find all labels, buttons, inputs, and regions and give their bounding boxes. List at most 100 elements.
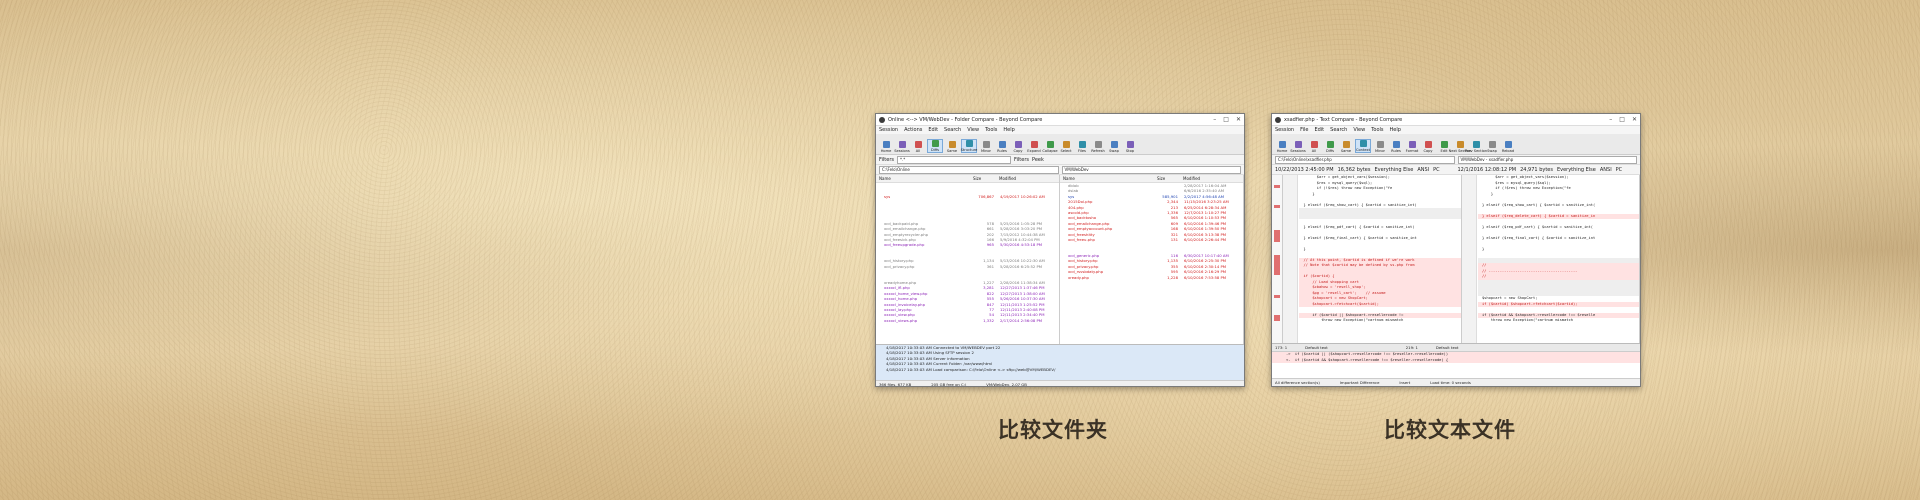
minor-button[interactable]: Minor bbox=[1373, 141, 1387, 153]
left-path-input[interactable]: C:\Felo\Online bbox=[879, 165, 1059, 174]
diffs-button[interactable]: Diffs bbox=[927, 139, 943, 153]
swap-button[interactable]: Swap bbox=[1107, 141, 1121, 153]
copy-button[interactable]: Copy bbox=[1011, 141, 1025, 153]
prev-section-icon bbox=[1472, 141, 1480, 148]
file-info-item: PC bbox=[1433, 166, 1440, 173]
menu-tools[interactable]: Tools bbox=[985, 127, 997, 133]
file-size: 1,228 bbox=[1167, 274, 1178, 280]
diffs-label: Diffs bbox=[1325, 149, 1335, 153]
home-button[interactable]: Home bbox=[1275, 141, 1289, 153]
name-column-header[interactable]: Name bbox=[1063, 175, 1153, 182]
size-column-header[interactable]: Size bbox=[1157, 175, 1179, 182]
left-file-info: 10/22/2013 2:45:00 PM 16,362 bytes Everyth… bbox=[1275, 167, 1455, 173]
modified-column-header[interactable]: Modified bbox=[999, 175, 1016, 182]
file-row[interactable]: xxxxcl_views.php 1,332 2/17/2014 2:56:08 P… bbox=[876, 318, 1059, 323]
rules-button[interactable]: Rules bbox=[995, 141, 1009, 153]
close-icon[interactable]: ✕ bbox=[1236, 116, 1241, 123]
menu-help[interactable]: Help bbox=[1390, 127, 1401, 133]
folder-compare-screenshot: Online <--> VM/WebDev - Folder Compare -… bbox=[875, 113, 1245, 387]
minimize-icon[interactable]: – bbox=[1213, 116, 1216, 123]
files-icon bbox=[1078, 141, 1086, 148]
home-label: Home bbox=[1276, 149, 1288, 153]
expand-button[interactable]: Expand bbox=[1027, 141, 1041, 153]
maximize-icon[interactable]: □ bbox=[1223, 116, 1229, 123]
menu-search[interactable]: Search bbox=[1330, 127, 1347, 133]
refresh-button[interactable]: Refresh bbox=[1091, 141, 1105, 153]
sessions-button[interactable]: Sessions bbox=[894, 141, 910, 153]
folder-compare-caption: 比较文件夹 bbox=[998, 418, 1108, 442]
swap-label: Swap bbox=[1109, 149, 1119, 153]
structure-label: Structure bbox=[960, 148, 978, 152]
file-info-item: Everything Else bbox=[1556, 166, 1596, 173]
all-label: All bbox=[1311, 149, 1317, 153]
right-file-path[interactable]: VM/WebDev - xsadfier.php bbox=[1457, 155, 1637, 164]
minor-button[interactable]: Minor bbox=[979, 141, 993, 153]
sessions-button[interactable]: Sessions bbox=[1290, 141, 1306, 153]
menu-session[interactable]: Session bbox=[879, 127, 898, 133]
code-line: throw new Exception("cartnum mismatch bbox=[1477, 318, 1573, 322]
reload-button[interactable]: Reload bbox=[1501, 141, 1515, 153]
context-button[interactable]: Context bbox=[1355, 139, 1371, 153]
select-button[interactable]: Select bbox=[1059, 141, 1073, 153]
menu-search[interactable]: Search bbox=[944, 127, 961, 133]
file-info-item: Everything Else bbox=[1374, 166, 1414, 173]
menu-file[interactable]: File bbox=[1300, 127, 1308, 133]
menu-edit[interactable]: Edit bbox=[1314, 127, 1324, 133]
status-text: 366 files, 677 KB bbox=[879, 382, 912, 387]
prev-section-button[interactable]: Prev Section bbox=[1465, 141, 1487, 153]
right-path-input[interactable]: VM/WebDev bbox=[1061, 165, 1241, 174]
stop-button[interactable]: Stop bbox=[1123, 141, 1137, 153]
left-text-pane[interactable]: $arr = get_object_vars($session); $res =… bbox=[1283, 175, 1462, 343]
minimize-icon[interactable]: – bbox=[1609, 116, 1612, 123]
modified-column-header[interactable]: Modified bbox=[1183, 175, 1200, 182]
status-text: Load time: 0 seconds bbox=[1430, 380, 1471, 385]
peek-button[interactable]: Peek bbox=[1032, 157, 1044, 163]
name-column-header[interactable]: Name bbox=[879, 175, 969, 182]
expand-icon bbox=[1030, 141, 1038, 148]
menu-edit[interactable]: Edit bbox=[928, 127, 938, 133]
same-button[interactable]: Same bbox=[1339, 141, 1353, 153]
collapse-button[interactable]: Collapse bbox=[1042, 141, 1058, 153]
left-file-list: sys 706,867 4/19/2017 10:26:02 AM xcd_backp… bbox=[876, 183, 1059, 323]
size-column-header[interactable]: Size bbox=[973, 175, 995, 182]
diff-thumbnail-map[interactable] bbox=[1272, 175, 1283, 343]
menu-view[interactable]: View bbox=[1353, 127, 1365, 133]
home-button[interactable]: Home bbox=[879, 141, 893, 153]
files-button[interactable]: Files bbox=[1075, 141, 1089, 153]
menu-bar: Session File Edit Search View Tools Help bbox=[1272, 126, 1640, 134]
all-icon bbox=[1310, 141, 1318, 148]
swap-button[interactable]: Swap bbox=[1485, 141, 1499, 153]
next-section-icon bbox=[1456, 141, 1464, 148]
right-text-pane[interactable]: $arr = get_object_vars($session); $res =… bbox=[1461, 175, 1640, 343]
stop-label: Stop bbox=[1125, 149, 1135, 153]
copy-button[interactable]: Copy bbox=[1421, 141, 1435, 153]
maximize-icon[interactable]: □ bbox=[1619, 116, 1625, 123]
structure-button[interactable]: Structure bbox=[961, 139, 977, 153]
swap-label: Swap bbox=[1487, 149, 1497, 153]
menu-actions[interactable]: Actions bbox=[904, 127, 922, 133]
file-info-item: 12/1/2016 12:08:12 PM bbox=[1457, 166, 1517, 173]
all-button[interactable]: All bbox=[911, 141, 925, 153]
rules-icon bbox=[998, 141, 1006, 148]
close-icon[interactable]: ✕ bbox=[1632, 116, 1637, 123]
rules-button[interactable]: Rules bbox=[1389, 141, 1403, 153]
filters-input[interactable]: *.* bbox=[897, 155, 1011, 164]
same-button[interactable]: Same bbox=[945, 141, 959, 153]
minor-icon bbox=[1376, 141, 1384, 148]
file-name: xxxxcl_views.php bbox=[884, 317, 918, 323]
menu-session[interactable]: Session bbox=[1275, 127, 1294, 133]
menu-help[interactable]: Help bbox=[1003, 127, 1014, 133]
left-column-header: Name Size Modified bbox=[876, 175, 1059, 183]
file-modified: 2/17/2014 2:56:08 PM bbox=[1000, 317, 1043, 323]
left-file-path[interactable]: C:\Felo\Online\xsadfier.php bbox=[1275, 155, 1455, 164]
expand-label: Expand bbox=[1027, 149, 1041, 153]
right-cursor-position: 219: 1 bbox=[1405, 345, 1418, 350]
file-row[interactable]: xready.php 1,228 6/10/2016 7:53:58 PM bbox=[1060, 275, 1243, 280]
format-button[interactable]: Format bbox=[1405, 141, 1419, 153]
structure-icon bbox=[965, 140, 973, 147]
all-button[interactable]: All bbox=[1307, 141, 1321, 153]
menu-tools[interactable]: Tools bbox=[1371, 127, 1383, 133]
diffs-button[interactable]: Diffs bbox=[1323, 141, 1337, 153]
menu-view[interactable]: View bbox=[967, 127, 979, 133]
filters-button[interactable]: Filters bbox=[1014, 157, 1029, 163]
